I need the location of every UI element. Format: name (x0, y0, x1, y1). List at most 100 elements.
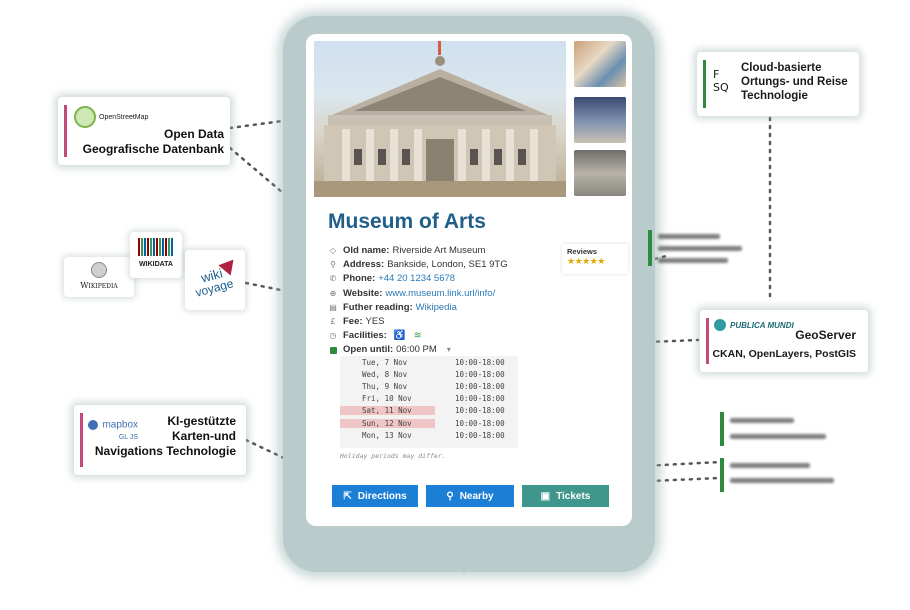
blurred-label (648, 230, 748, 266)
ticket-icon: ▣ (540, 490, 551, 502)
geoserver-card: PUBLICA MUNDI GeoServer CKAN, OpenLayers… (700, 310, 868, 372)
info-fee: £ Fee: YES (328, 315, 508, 329)
hours-row: Wed, 8 Nov 10:00-18:00 (340, 368, 518, 380)
magnifier-map-icon (74, 106, 96, 128)
opening-hours-table: Tue, 7 Nov 10:00-18:00 Wed, 8 Nov 10:00-18… (340, 356, 518, 448)
fsq-logo: F SQ (713, 68, 729, 94)
fsq-card: F SQ Cloud-basierte Ortungs- und Reise T… (697, 52, 859, 116)
location-pin-icon: ⚲ (446, 490, 454, 502)
info-label: Futher reading: (343, 301, 413, 313)
hours-row-holiday: Sun, 12 Nov 10:00-18:00 (340, 417, 518, 429)
blurred-label (720, 412, 830, 446)
osm-logo: OpenStreetMap (74, 106, 148, 128)
info-label: Website: (343, 287, 383, 299)
gallery-thumbnail[interactable] (574, 41, 626, 87)
button-label: Nearby (459, 490, 494, 502)
hours-row: Tue, 7 Nov 10:00-18:00 (340, 356, 518, 368)
info-label: Fee: (343, 316, 363, 328)
wikipedia-logo-card: Wikipedia (64, 257, 134, 297)
hours-row-holiday: Sat, 11 Nov 10:00-18:00 (340, 405, 518, 417)
mapbox-card: mapbox GL JS KI-gestützte Karten-und Nav… (74, 405, 246, 475)
wikidata-logo-card: WIKIDATA (130, 232, 182, 278)
accent-bar (64, 105, 67, 157)
currency-icon: £ (330, 317, 336, 327)
info-label: Facilities: (343, 330, 387, 342)
info-value: Bankside, London, SE1 9TG (387, 259, 508, 271)
wheelchair-icon: ♿ (393, 330, 406, 342)
info-label: Phone: (343, 273, 376, 285)
phone-pointer (438, 540, 490, 574)
hours-time: 10:00-18:00 (455, 381, 505, 391)
reviews-label: Reviews (567, 247, 598, 256)
gallery-thumbnail[interactable] (574, 97, 626, 143)
hours-day: Sun, 12 Nov (340, 418, 435, 428)
phone-link[interactable]: +44 20 1234 5678 (378, 272, 455, 286)
osm-logo-text: OpenStreetMap (99, 113, 149, 121)
info-facilities: ◷ Facilities: ♿ ≋ (328, 329, 508, 343)
hours-time: 10:00-18:00 (455, 357, 505, 367)
accent-bar (703, 60, 706, 108)
hours-row: Mon, 13 Nov 10:00-18:00 (340, 429, 518, 441)
place-info-list: ◇ Old name: Riverside Art Museum ⚲ Addre… (328, 244, 508, 358)
info-website: ⊕ Website: www.museum.link.url/info/ (328, 287, 508, 301)
place-title: Museum of Arts (328, 210, 486, 233)
wikivoyage-logo-card: wiki voyage (185, 250, 245, 310)
reviews-badge[interactable]: Reviews ★★★★★ (562, 244, 628, 274)
directions-icon: ⇱ (343, 490, 352, 502)
info-address: ⚲ Address: Bankside, London, SE1 9TG (328, 258, 508, 272)
hours-time: 10:00-18:00 (455, 406, 505, 416)
phone-icon: ✆ (329, 274, 337, 284)
accent-bar (80, 413, 83, 467)
hours-row: Fri, 10 Nov 10:00-18:00 (340, 393, 518, 405)
hours-day: Thu, 9 Nov (362, 381, 408, 391)
button-label: Directions (357, 490, 407, 502)
location-pin-icon: ⚲ (330, 260, 336, 270)
info-further-reading: ▤ Futher reading: Wikipedia (328, 301, 508, 315)
hours-time: 10:00-18:00 (455, 369, 505, 379)
status-icon (328, 346, 338, 356)
place-detail-screen: Museum of Arts ◇ Old name: Riverside Art… (306, 34, 632, 526)
accent-bar (706, 318, 709, 364)
hours-row: Thu, 9 Nov 10:00-18:00 (340, 380, 518, 392)
publica-mundi-logo: PUBLICA MUNDI (714, 319, 794, 331)
website-link[interactable]: www.museum.link.url/info/ (385, 287, 495, 301)
wifi-icon: ≋ (413, 330, 422, 342)
tickets-button[interactable]: ▣ Tickets (522, 485, 609, 507)
mapbox-description: KI-gestützte Karten-und Navigations Tech… (94, 414, 236, 458)
wikidata-logo-text: WIKIDATA (139, 261, 173, 268)
publica-mundi-logo-text: PUBLICA MUNDI (730, 320, 794, 330)
hours-day: Tue, 7 Nov (362, 357, 408, 367)
geoserver-subtitle: CKAN, OpenLayers, PostGIS (712, 348, 856, 360)
wikipedia-link[interactable]: Wikipedia (416, 301, 457, 315)
osm-description: Open Data Geografische Datenbank (82, 127, 224, 156)
info-phone: ✆ Phone: +44 20 1234 5678 (328, 272, 508, 286)
globe-icon: ⊕ (329, 288, 337, 298)
wikivoyage-logo-text: voyage (193, 276, 235, 300)
nearby-button[interactable]: ⚲ Nearby (426, 485, 514, 507)
info-value: YES (365, 316, 385, 328)
hours-day: Wed, 8 Nov (362, 369, 408, 379)
info-value: Riverside Art Museum (392, 245, 486, 256)
tag-icon: ◇ (329, 246, 337, 255)
info-label: Old name: (343, 245, 390, 256)
hours-time: 10:00-18:00 (455, 418, 505, 428)
hours-time: 10:00-18:00 (455, 430, 505, 440)
wikidata-barcode-icon (138, 238, 174, 256)
wikipedia-globe-icon (91, 262, 107, 278)
info-label: Address: (343, 259, 385, 271)
osm-card: OpenStreetMap Open Data Geografische Dat… (58, 97, 230, 165)
clock-icon: ◷ (329, 331, 337, 341)
holiday-note: Holiday periods may differ. (340, 452, 446, 460)
wikipedia-logo-text: Wikipedia (80, 281, 118, 290)
fsq-description: Cloud-basierte Ortungs- und Reise Techno… (741, 62, 848, 102)
hours-day: Mon, 13 Nov (362, 430, 412, 440)
geoserver-title: GeoServer (795, 328, 856, 342)
directions-button[interactable]: ⇱ Directions (332, 485, 418, 507)
hours-day: Fri, 10 Nov (362, 394, 412, 404)
hours-day: Sat, 11 Nov (340, 406, 435, 416)
hours-time: 10:00-18:00 (455, 394, 505, 404)
button-label: Tickets (556, 490, 591, 502)
blurred-label (720, 458, 840, 492)
museum-hero-image[interactable] (314, 41, 566, 197)
gallery-thumbnail[interactable] (574, 150, 626, 196)
